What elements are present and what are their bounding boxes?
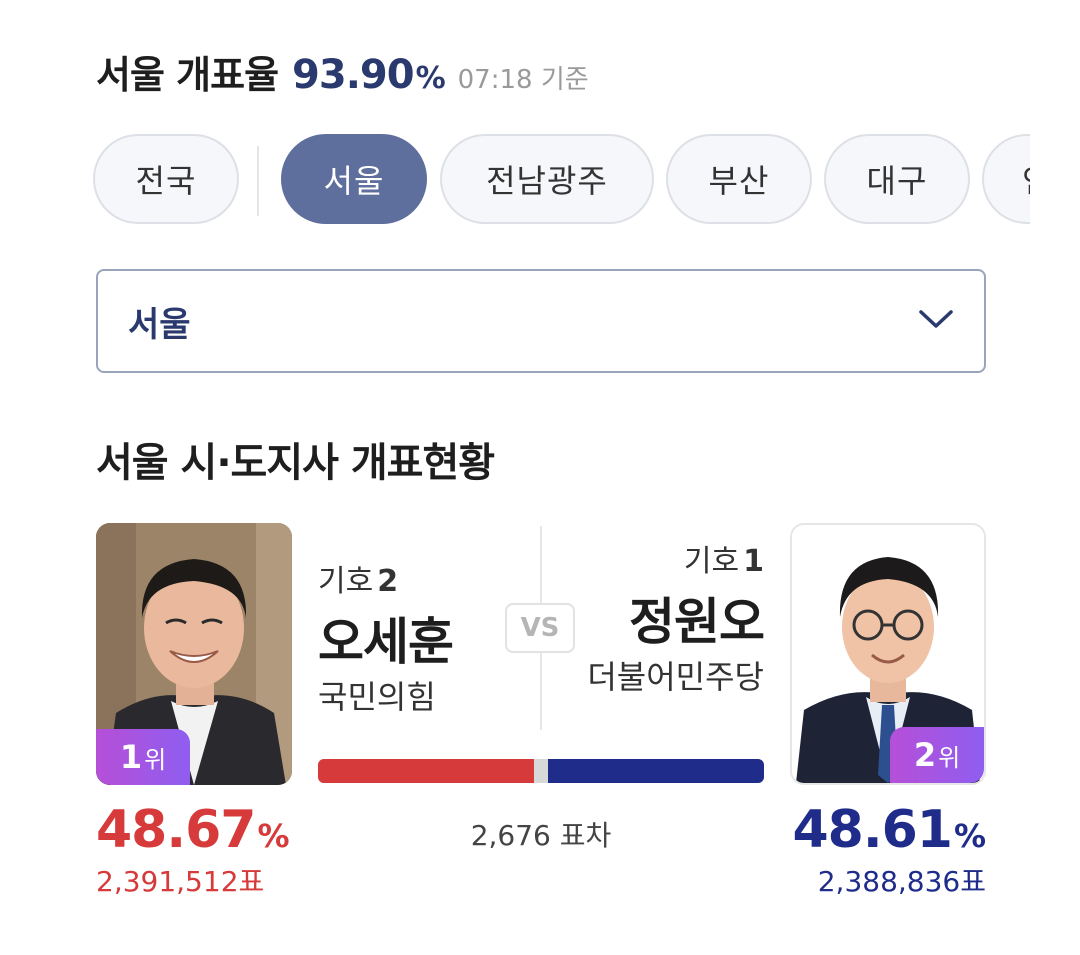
chip-divider (257, 146, 259, 216)
candidate-left-name: 오세훈 (318, 613, 454, 671)
votes-right: 2,388,836표 (817, 865, 986, 898)
number-label: 기호 (683, 544, 740, 579)
rank-unit: 위 (938, 743, 961, 772)
percent-right: 48.61% (792, 800, 986, 860)
candidate-left-number: 기호 2 (318, 556, 518, 600)
candidate-right-photo: 2 위 (790, 523, 986, 785)
chip-incheon[interactable]: 인 (982, 134, 1030, 224)
result-right: 48.61% 2,388,836표 (792, 800, 986, 900)
count-rate: 93.90 (292, 52, 415, 98)
candidate-right-party: 더불어민주당 (587, 658, 764, 696)
count-rate-unit: % (415, 61, 446, 96)
chip-seoul[interactable]: 서울 (281, 134, 427, 224)
candidate-right-name: 정원오 (629, 593, 765, 651)
region-select-value: 서울 (128, 304, 191, 345)
chip-daegu[interactable]: 대구 (824, 134, 970, 224)
percent-value: 48.67 (96, 800, 256, 860)
rank-badge-right: 2 위 (890, 727, 984, 783)
votes-left: 2,391,512표 (96, 865, 265, 898)
candidate-left-photo: 1 위 (96, 523, 292, 785)
vote-margin: 2,676 표차 (470, 819, 612, 852)
section-title: 서울 시·도지사 개표현황 (96, 440, 495, 486)
page-title: 서울 개표율 (96, 53, 279, 97)
region-select[interactable]: 서울 (96, 269, 986, 373)
candidate-right-info: 기호 1 정원오 더불어민주당 (564, 536, 765, 696)
vote-share-right (548, 759, 764, 783)
chip-busan[interactable]: 부산 (666, 134, 812, 224)
result-left: 48.67% 2,391,512표 (96, 800, 290, 900)
percent-left: 48.67% (96, 800, 290, 860)
vote-share-bar (318, 759, 764, 783)
update-time: 07:18 기준 (457, 65, 589, 95)
rank-unit: 위 (144, 745, 167, 774)
number-value: 2 (377, 564, 399, 599)
rank-number: 2 (913, 736, 937, 774)
chip-jeonnam-gwangju[interactable]: 전남광주 (440, 134, 654, 224)
turnout-header: 서울 개표율 93.90 % 07:18 기준 (96, 44, 589, 104)
number-value: 1 (743, 544, 764, 579)
region-chip-bar: 전국 서울 전남광주 부산 대구 인 (0, 134, 1030, 228)
candidate-left-party: 국민의힘 (318, 678, 436, 716)
rank-number: 1 (119, 738, 143, 776)
candidate-right-number: 기호 1 (564, 536, 764, 580)
percent-value: 48.61 (792, 800, 952, 860)
chip-nationwide[interactable]: 전국 (93, 134, 239, 224)
chevron-down-icon (916, 306, 956, 336)
candidate-left-info: 기호 2 오세훈 국민의힘 (318, 556, 518, 716)
percent-unit: % (257, 817, 290, 855)
number-label: 기호 (318, 564, 374, 599)
vote-share-left (318, 759, 534, 783)
rank-badge-left: 1 위 (96, 729, 190, 785)
percent-unit: % (953, 817, 986, 855)
